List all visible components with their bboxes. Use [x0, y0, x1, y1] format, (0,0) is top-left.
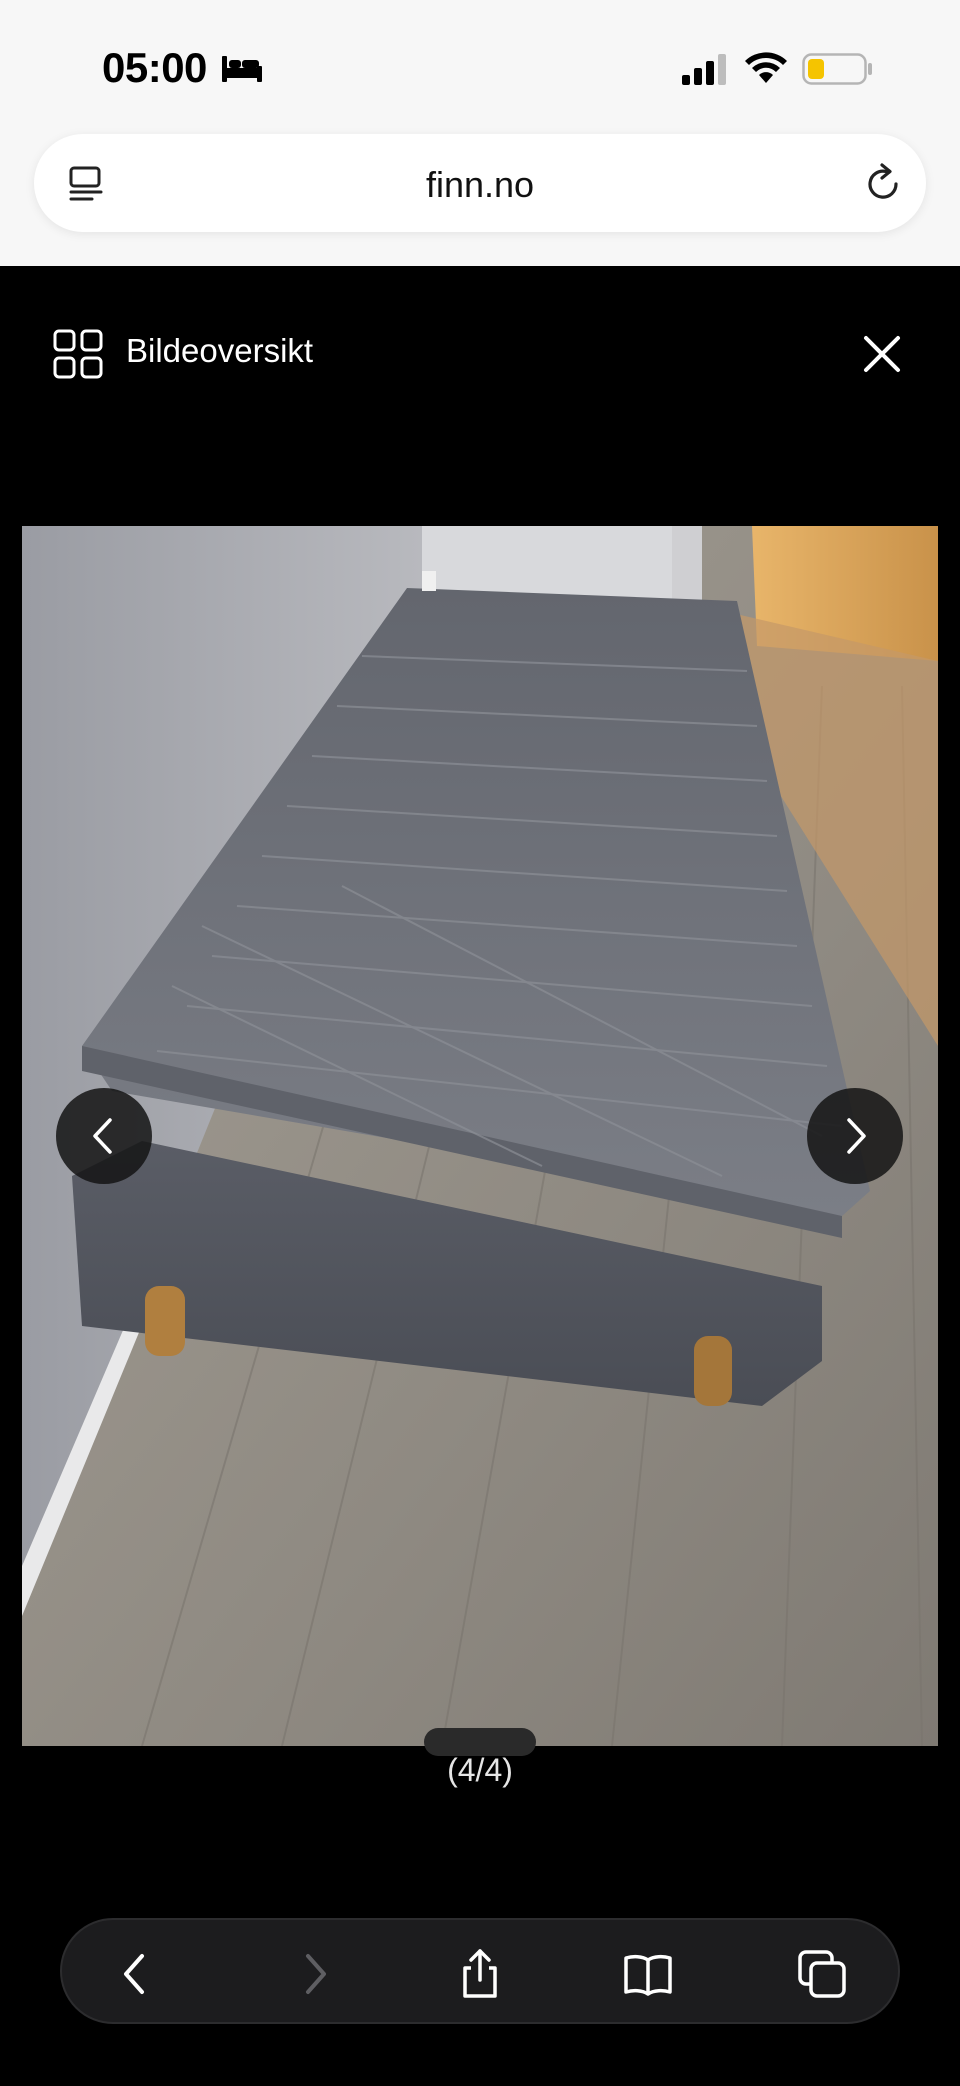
tabs-icon[interactable]	[796, 1948, 848, 2000]
image-counter: (4/4)	[447, 1752, 513, 1788]
previous-image-button[interactable]	[56, 1088, 152, 1184]
listing-photo	[22, 526, 938, 1746]
grid-icon[interactable]	[52, 328, 104, 380]
browser-chrome: finn.no	[0, 130, 960, 266]
browser-toolbar	[60, 1918, 900, 2024]
chevron-right-icon	[847, 1118, 866, 1154]
url-text[interactable]: finn.no	[34, 164, 926, 206]
battery-icon	[802, 53, 872, 85]
status-time: 05:00	[102, 44, 207, 91]
image-viewer-header: Bildeoversikt	[0, 266, 960, 446]
bed-photo-illustration	[22, 526, 938, 1746]
status-bar: 05:00	[0, 0, 960, 130]
address-bar[interactable]: finn.no	[34, 134, 926, 232]
next-image-button[interactable]	[807, 1088, 903, 1184]
bed-icon	[222, 56, 262, 82]
image-overview-button[interactable]: Bildeoversikt	[126, 332, 313, 370]
share-icon[interactable]	[454, 1948, 506, 2000]
back-icon[interactable]	[110, 1948, 162, 2000]
reload-icon[interactable]	[862, 162, 904, 204]
chevron-left-icon	[93, 1118, 112, 1154]
forward-icon[interactable]	[288, 1948, 340, 2000]
bookmarks-icon[interactable]	[622, 1948, 674, 2000]
close-icon[interactable]	[858, 330, 906, 378]
signal-icon	[682, 54, 726, 85]
wifi-icon	[745, 52, 787, 83]
